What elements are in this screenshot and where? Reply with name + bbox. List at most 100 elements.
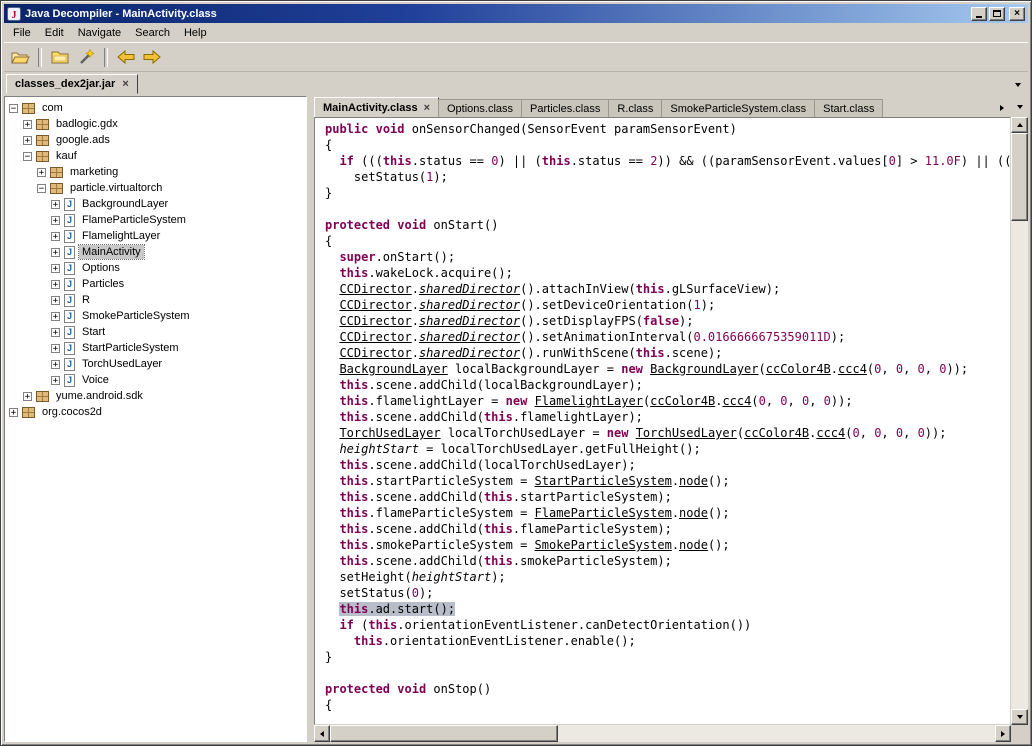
forward-button[interactable] bbox=[140, 46, 164, 69]
open-file-button[interactable] bbox=[8, 46, 32, 69]
expand-icon[interactable]: + bbox=[51, 376, 60, 385]
tree-item-smokeparticlesystem[interactable]: +JSmokeParticleSystem bbox=[5, 308, 306, 324]
collapse-icon[interactable]: − bbox=[23, 152, 32, 161]
expand-icon[interactable]: + bbox=[51, 296, 60, 305]
scrollbar-corner bbox=[1011, 725, 1028, 742]
code-line: this.scene.addChild(this.flamelightLayer… bbox=[325, 409, 1010, 425]
menu-item-help[interactable]: Help bbox=[177, 25, 214, 41]
menu-item-navigate[interactable]: Navigate bbox=[71, 25, 128, 41]
code-view[interactable]: public void onSensorChanged(SensorEvent … bbox=[314, 117, 1011, 725]
editor-tab-smokeparticlesystem-class[interactable]: SmokeParticleSystem.class bbox=[661, 99, 815, 117]
expand-icon[interactable]: + bbox=[23, 136, 32, 145]
expand-icon[interactable]: + bbox=[51, 264, 60, 273]
open-type-button[interactable] bbox=[48, 46, 72, 69]
editor-tab-row: MainActivity.class×Options.classParticle… bbox=[314, 96, 1011, 117]
tree-item-label: com bbox=[39, 101, 66, 115]
expand-icon[interactable]: + bbox=[51, 200, 60, 209]
horizontal-scroll-track[interactable] bbox=[330, 725, 995, 742]
expand-icon[interactable]: + bbox=[51, 360, 60, 369]
vertical-scrollbar-thumb[interactable] bbox=[1011, 133, 1028, 221]
expand-icon[interactable]: + bbox=[51, 232, 60, 241]
editor-tab-list-dropdown[interactable] bbox=[1011, 96, 1028, 117]
tree-item-badlogic-gdx[interactable]: +badlogic.gdx bbox=[5, 116, 306, 132]
expand-icon[interactable]: + bbox=[37, 168, 46, 177]
tree-item-particle-virtualtorch[interactable]: −particle.virtualtorch bbox=[5, 180, 306, 196]
package-icon bbox=[36, 151, 49, 162]
tree-item-label: kauf bbox=[53, 149, 80, 163]
editor-tab-mainactivity-class[interactable]: MainActivity.class× bbox=[314, 97, 439, 117]
editor-tab-options-class[interactable]: Options.class bbox=[438, 99, 522, 117]
class-icon: J bbox=[64, 198, 75, 211]
tree-item-label: google.ads bbox=[53, 133, 113, 147]
tree-item-flameparticlesystem[interactable]: +JFlameParticleSystem bbox=[5, 212, 306, 228]
vertical-scroll-track[interactable] bbox=[1011, 133, 1028, 709]
code-line: this.scene.addChild(this.smokeParticleSy… bbox=[325, 553, 1010, 569]
expand-icon[interactable]: + bbox=[51, 216, 60, 225]
tree-item-flamelightlayer[interactable]: +JFlamelightLayer bbox=[5, 228, 306, 244]
menu-item-file[interactable]: File bbox=[6, 25, 38, 41]
tree-item-label: FlamelightLayer bbox=[79, 229, 163, 243]
horizontal-scrollbar[interactable] bbox=[314, 725, 1011, 742]
editor-tab-r-class[interactable]: R.class bbox=[608, 99, 662, 117]
editor-tab-particles-class[interactable]: Particles.class bbox=[521, 99, 609, 117]
tab-scroll-right[interactable] bbox=[993, 99, 1011, 117]
scroll-left-button[interactable] bbox=[314, 725, 330, 742]
tree-item-voice[interactable]: +JVoice bbox=[5, 372, 306, 388]
code-area: public void onSensorChanged(SensorEvent … bbox=[325, 121, 1010, 713]
expand-icon[interactable]: + bbox=[51, 344, 60, 353]
code-line: super.onStart(); bbox=[325, 249, 1010, 265]
tree-item-google-ads[interactable]: + google.ads bbox=[5, 132, 306, 148]
menu-item-edit[interactable]: Edit bbox=[38, 25, 71, 41]
tree-item-marketing[interactable]: +marketing bbox=[5, 164, 306, 180]
collapse-icon[interactable]: − bbox=[9, 104, 18, 113]
package-tree: −com+badlogic.gdx+google.ads−kauf+market… bbox=[5, 100, 306, 420]
tab-list-dropdown[interactable] bbox=[1008, 76, 1028, 94]
horizontal-scrollbar-thumb[interactable] bbox=[330, 725, 558, 742]
search-button[interactable] bbox=[74, 46, 98, 69]
tree-item-backgroundlayer[interactable]: +JBackgroundLayer bbox=[5, 196, 306, 212]
expand-icon[interactable]: + bbox=[51, 312, 60, 321]
tree-item-start[interactable]: +JStart bbox=[5, 324, 306, 340]
class-icon: J bbox=[64, 262, 75, 275]
back-button[interactable] bbox=[114, 46, 138, 69]
expand-icon[interactable]: + bbox=[23, 120, 32, 129]
expand-icon[interactable]: + bbox=[51, 328, 60, 337]
menu-item-search[interactable]: Search bbox=[128, 25, 177, 41]
panel-splitter[interactable] bbox=[307, 96, 314, 742]
tree-item-options[interactable]: +JOptions bbox=[5, 260, 306, 276]
tree-item-kauf[interactable]: − kauf bbox=[5, 148, 306, 164]
collapse-icon[interactable]: − bbox=[37, 184, 46, 193]
expand-icon[interactable]: + bbox=[23, 392, 32, 401]
expand-icon[interactable]: + bbox=[9, 408, 18, 417]
close-button[interactable]: × bbox=[1009, 7, 1025, 21]
tree-item-org-cocos2d[interactable]: +org.cocos2d bbox=[5, 404, 306, 420]
scroll-right-button[interactable] bbox=[995, 725, 1011, 742]
package-icon bbox=[22, 103, 35, 114]
minimize-button[interactable] bbox=[971, 7, 987, 21]
forward-arrow-icon bbox=[142, 49, 162, 65]
package-icon bbox=[22, 407, 35, 418]
code-line: protected void onStart() bbox=[325, 217, 1010, 233]
jar-tab[interactable]: classes_dex2jar.jar × bbox=[6, 74, 138, 94]
tree-item-com[interactable]: − com bbox=[5, 100, 306, 116]
jar-tab-bar: classes_dex2jar.jar × bbox=[4, 72, 1028, 94]
vertical-scrollbar[interactable] bbox=[1011, 117, 1028, 725]
expand-icon[interactable]: + bbox=[51, 248, 60, 257]
tree-item-yume-android-sdk[interactable]: +yume.android.sdk bbox=[5, 388, 306, 404]
close-icon[interactable]: × bbox=[122, 79, 128, 89]
tree-item-particles[interactable]: +JParticles bbox=[5, 276, 306, 292]
editor-tab-start-class[interactable]: Start.class bbox=[814, 99, 883, 117]
tree-item-startparticlesystem[interactable]: +JStartParticleSystem bbox=[5, 340, 306, 356]
scroll-up-button[interactable] bbox=[1011, 117, 1028, 133]
tree-item-mainactivity[interactable]: +JMainActivity bbox=[5, 244, 306, 260]
tree-item-r[interactable]: +JR bbox=[5, 292, 306, 308]
title-bar[interactable]: J Java Decompiler - MainActivity.class × bbox=[4, 4, 1028, 23]
expand-icon[interactable]: + bbox=[51, 280, 60, 289]
window-controls: × bbox=[971, 7, 1025, 21]
maximize-button[interactable] bbox=[989, 7, 1005, 21]
code-line: { bbox=[325, 697, 1010, 713]
close-icon[interactable]: × bbox=[424, 103, 430, 113]
tree-item-torchusedlayer[interactable]: +JTorchUsedLayer bbox=[5, 356, 306, 372]
scroll-down-button[interactable] bbox=[1011, 709, 1028, 725]
editor-tab-label: SmokeParticleSystem.class bbox=[670, 103, 806, 115]
